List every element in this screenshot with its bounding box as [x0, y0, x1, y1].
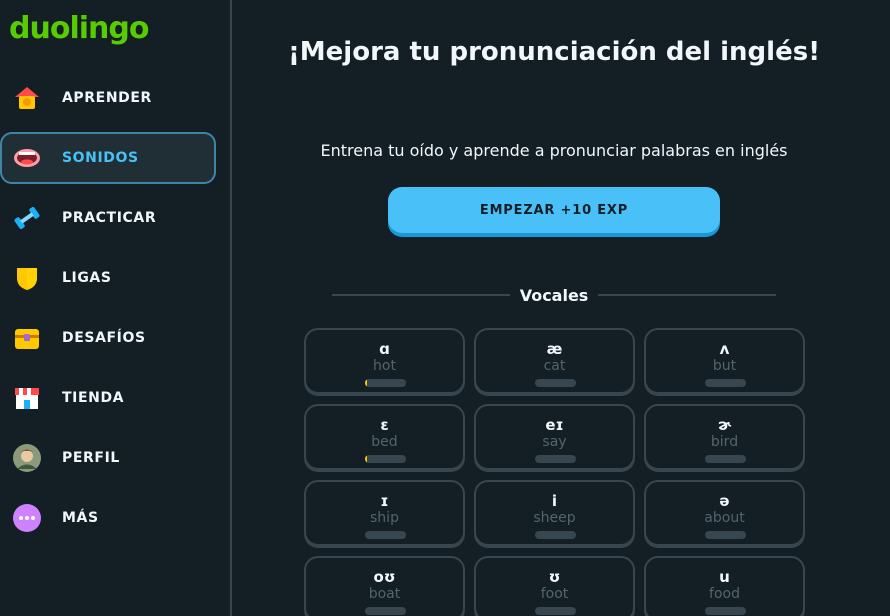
divider	[332, 294, 510, 296]
page-subtitle: Entrena tu oído y aprende a pronunciar p…	[320, 141, 788, 160]
progress-fill	[365, 455, 368, 463]
sidebar-item-perfil[interactable]: PERFIL	[0, 432, 216, 484]
divider	[598, 294, 777, 296]
sidebar-nav: APRENDER SONIDOS PRACTICAR LIGAS DESAFÍO…	[0, 72, 216, 552]
sidebar-item-tienda[interactable]: TIENDA	[0, 372, 216, 424]
progress-bar	[535, 531, 576, 539]
sound-example-word: cat	[543, 358, 566, 374]
sound-symbol: ɑ	[379, 340, 390, 358]
sound-example-word: bird	[710, 434, 739, 450]
sound-symbol: ʌ	[719, 340, 730, 358]
section-title: Vocales	[519, 285, 589, 305]
sound-symbol: ə	[719, 492, 730, 510]
sound-card[interactable]: ɪ ship	[304, 480, 465, 546]
sidebar-item-label: PRACTICAR	[62, 210, 157, 226]
section-header: Vocales	[332, 284, 777, 306]
sound-symbol: ɪ	[380, 492, 389, 510]
sidebar-item-desafios[interactable]: DESAFÍOS	[0, 312, 216, 364]
home-icon	[12, 83, 42, 113]
progress-bar	[535, 607, 576, 615]
progress-bar	[705, 531, 746, 539]
progress-bar	[535, 455, 576, 463]
sound-symbol: eɪ	[545, 416, 564, 434]
sidebar-item-mas[interactable]: MÁS	[0, 492, 216, 544]
sound-symbol: oʊ	[373, 568, 396, 586]
page-title: ¡Mejora tu pronunciación del inglés!	[287, 37, 821, 67]
sidebar-item-label: TIENDA	[62, 390, 125, 406]
sound-card[interactable]: ʊ foot	[474, 556, 635, 616]
progress-bar	[705, 455, 746, 463]
progress-bar	[365, 455, 406, 463]
sidebar-item-label: DESAFÍOS	[62, 330, 146, 346]
sound-example-word: food	[709, 586, 740, 602]
sidebar-item-practicar[interactable]: PRACTICAR	[0, 192, 216, 244]
main-content: ¡Mejora tu pronunciación del inglés! Ent…	[234, 0, 890, 616]
sidebar: duolingo APRENDER SONIDOS PRACTICAR LIGA…	[0, 0, 232, 616]
sound-card[interactable]: ə about	[644, 480, 805, 546]
sound-example-word: bed	[371, 434, 398, 450]
sound-symbol: ɛ	[380, 416, 389, 434]
sound-card[interactable]: eɪ say	[474, 404, 635, 470]
sound-symbol: u	[719, 568, 730, 586]
sound-grid: ɑ hot æ cat ʌ but ɛ bed eɪ say ɚ bird ɪ ship i sheep ə ab…	[304, 328, 805, 616]
sidebar-item-label: MÁS	[62, 510, 99, 526]
progress-bar	[365, 531, 406, 539]
mouth-icon	[12, 143, 42, 173]
sound-example-word: but	[712, 358, 737, 374]
sound-example-word: about	[704, 510, 745, 526]
sound-example-word: say	[542, 434, 567, 450]
sound-card[interactable]: ɚ bird	[644, 404, 805, 470]
sidebar-item-label: SONIDOS	[62, 150, 139, 166]
sidebar-item-label: LIGAS	[62, 270, 112, 286]
more-icon	[12, 503, 42, 533]
progress-fill	[365, 379, 368, 387]
sound-symbol: i	[551, 492, 558, 510]
progress-bar	[365, 379, 406, 387]
sound-card[interactable]: i sheep	[474, 480, 635, 546]
sidebar-item-aprender[interactable]: APRENDER	[0, 72, 216, 124]
avatar-icon	[12, 443, 42, 473]
sound-example-word: hot	[373, 358, 396, 374]
sound-card[interactable]: ʌ but	[644, 328, 805, 394]
sound-card[interactable]: oʊ boat	[304, 556, 465, 616]
sidebar-item-ligas[interactable]: LIGAS	[0, 252, 216, 304]
progress-bar	[535, 379, 576, 387]
sidebar-item-sonidos[interactable]: SONIDOS	[0, 132, 216, 184]
shield-icon	[12, 263, 42, 293]
sound-card[interactable]: u food	[644, 556, 805, 616]
start-button[interactable]: EMPEZAR +10 EXP	[388, 187, 720, 233]
sound-example-word: ship	[370, 510, 399, 526]
sound-example-word: sheep	[533, 510, 576, 526]
sound-symbol: ʊ	[548, 568, 561, 586]
shop-icon	[12, 383, 42, 413]
duolingo-logo[interactable]: duolingo	[9, 11, 149, 46]
sound-card[interactable]: æ cat	[474, 328, 635, 394]
sound-symbol: æ	[546, 340, 563, 358]
sound-symbol: ɚ	[717, 416, 732, 434]
dumbbell-icon	[12, 203, 42, 233]
progress-bar	[365, 607, 406, 615]
sidebar-item-label: APRENDER	[62, 90, 152, 106]
progress-bar	[705, 379, 746, 387]
sound-card[interactable]: ɑ hot	[304, 328, 465, 394]
sound-example-word: foot	[540, 586, 569, 602]
sound-example-word: boat	[368, 586, 401, 602]
progress-bar	[705, 607, 746, 615]
sound-card[interactable]: ɛ bed	[304, 404, 465, 470]
treasure-chest-icon	[12, 323, 42, 353]
sidebar-item-label: PERFIL	[62, 450, 120, 466]
